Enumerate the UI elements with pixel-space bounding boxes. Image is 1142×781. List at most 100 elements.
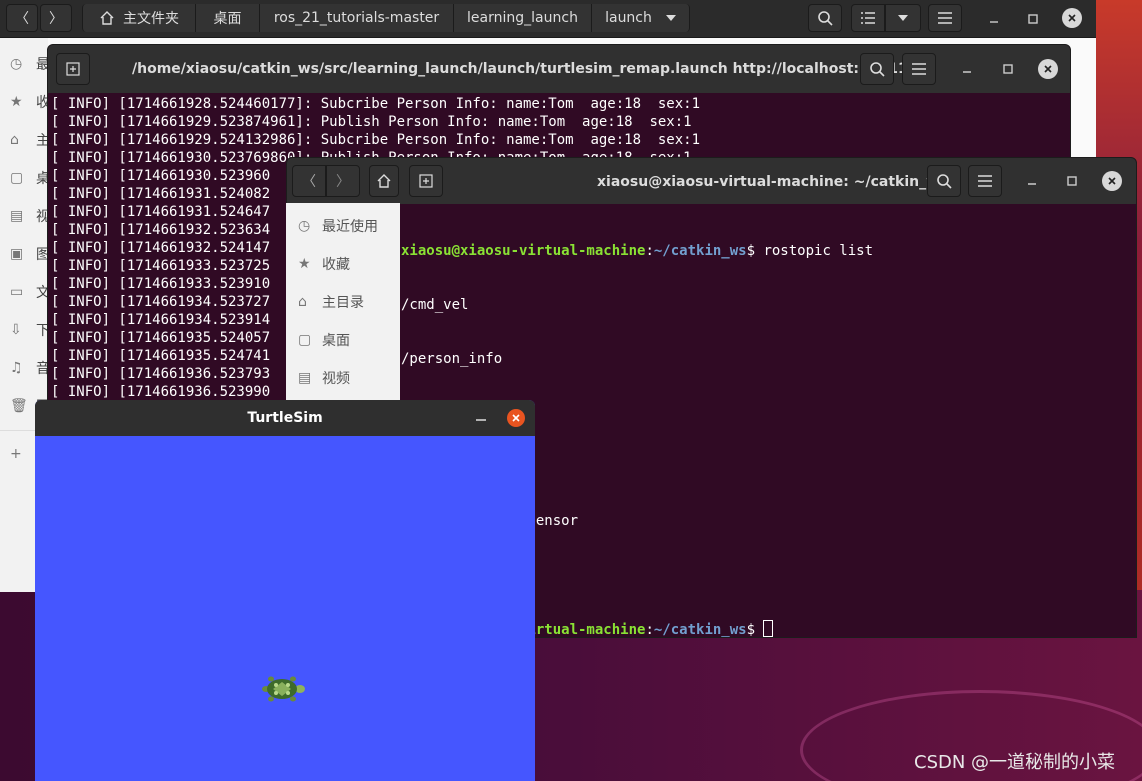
new-tab-icon: [66, 62, 80, 76]
home-icon: [100, 11, 114, 25]
breadcrumb-launch-label: launch: [605, 10, 652, 26]
prompt-colon: :: [645, 243, 654, 259]
sidebar2-item-recent[interactable]: ◷ 最近使用: [298, 207, 378, 245]
breadcrumb-ros-tutorials[interactable]: ros_21_tutorials-master: [260, 4, 454, 32]
search-button[interactable]: [808, 4, 842, 32]
sidebar-item-recent[interactable]: ◷ 最: [10, 46, 50, 82]
menu-button[interactable]: [928, 4, 962, 32]
terminal1-title: /home/xiaosu/catkin_ws/src/learning_laun…: [132, 61, 908, 77]
forward-chevron-icon: 〉: [336, 174, 350, 190]
command-line: xiaosu@xiaosu-virtual-machine:~/catkin_w…: [401, 242, 1136, 260]
terminal2-title: xiaosu@xiaosu-virtual-machine: ~/catkin_…: [597, 174, 948, 190]
turtle-icon: [262, 676, 305, 702]
sidebar-item-desktop[interactable]: ▢ 桌: [10, 160, 50, 196]
turtlesim-close-button[interactable]: [507, 409, 525, 427]
output-line: /person_info: [401, 351, 503, 367]
terminal2-minimize-button[interactable]: [1022, 171, 1042, 191]
list-view-icon: [861, 12, 875, 24]
maximize-button[interactable]: [1023, 9, 1043, 29]
sidebar2-item-label: 收藏: [322, 257, 350, 273]
back-label: 〈: [15, 11, 29, 27]
turtlesim-headerbar: TurtleSim: [35, 400, 535, 436]
turtlesim-minimize-button[interactable]: [475, 408, 487, 430]
sidebar2-item-desktop[interactable]: ▢ 桌面: [298, 321, 350, 359]
breadcrumb-launch[interactable]: launch: [592, 4, 690, 32]
sidebar2-item-videos[interactable]: ▤ 视频: [298, 359, 350, 397]
prompt-suffix: $: [746, 622, 764, 638]
terminal1-headerbar: /home/xiaosu/catkin_ws/src/learning_laun…: [48, 45, 1070, 93]
back-chevron-icon: 〈: [302, 174, 316, 190]
terminal2-close-button[interactable]: [1102, 171, 1122, 191]
star-icon: ★: [298, 256, 311, 272]
trash-icon: 🗑: [10, 398, 28, 414]
star-icon: ★: [10, 94, 23, 110]
sidebar-item-pictures[interactable]: ▣ 图: [10, 236, 50, 272]
minimize-icon: [476, 419, 486, 421]
forward-button[interactable]: 〉: [40, 4, 72, 32]
search-icon: [937, 174, 952, 189]
breadcrumb-home-label: 主文件夹: [123, 11, 179, 27]
film-icon: ▤: [10, 208, 24, 224]
view-options-button[interactable]: [885, 4, 921, 32]
log-line: [ INFO] [1714661928.524460177]: Subcribe…: [51, 96, 701, 112]
back-button[interactable]: 〈: [6, 4, 38, 32]
breadcrumb-desktop-label: 桌面: [213, 11, 242, 27]
sidebar2-item-label: 最近使用: [322, 219, 378, 235]
clock-icon: ◷: [298, 218, 311, 234]
list-view-button[interactable]: [851, 4, 885, 32]
breadcrumb-home[interactable]: 主文件夹: [82, 4, 196, 32]
terminal2-menu-button[interactable]: [968, 165, 1002, 197]
new-tab-button[interactable]: [56, 53, 90, 85]
terminal2-maximize-button[interactable]: [1062, 171, 1082, 191]
sidebar-item-downloads[interactable]: ⇩ 下: [10, 312, 50, 348]
terminal2-new-tab-button[interactable]: [409, 165, 443, 197]
breadcrumb-learning-launch[interactable]: learning_launch: [454, 4, 592, 32]
maximize-icon: [1003, 64, 1013, 74]
download-icon: ⇩: [10, 322, 22, 338]
chevron-down-icon[interactable]: [665, 14, 676, 22]
terminal2-forward-button[interactable]: 〉: [326, 165, 360, 197]
desktop-icon: ▢: [10, 170, 24, 186]
sidebar-item-music[interactable]: ♫ 音: [10, 350, 50, 386]
maximize-icon: [1067, 176, 1077, 186]
terminal1-close-button[interactable]: [1038, 59, 1058, 79]
sidebar2-item-label: 桌面: [322, 333, 350, 349]
close-icon: [1108, 177, 1116, 185]
terminal2-back-button[interactable]: 〈: [292, 165, 326, 197]
log-line: [ INFO] [1714661929.523874961]: Publish …: [51, 114, 692, 130]
close-button[interactable]: [1062, 8, 1082, 28]
forward-label: 〉: [49, 11, 63, 27]
sidebar-item-other-locations[interactable]: +: [10, 436, 28, 472]
close-icon: [512, 414, 520, 422]
terminal2-headerbar: 〈 〉 xiaosu@xiaosu-virtual-machine: ~/cat…: [287, 158, 1136, 204]
sidebar-item-videos[interactable]: ▤ 视: [10, 198, 50, 234]
terminal1-maximize-button[interactable]: [998, 59, 1018, 79]
image-icon: ▣: [10, 246, 24, 262]
terminal1-menu-button[interactable]: [902, 53, 936, 85]
search-icon: [870, 62, 885, 77]
breadcrumb-desktop[interactable]: 桌面: [196, 4, 260, 32]
search-icon: [818, 11, 833, 26]
text-cursor: [763, 620, 774, 637]
sidebar-item-starred[interactable]: ★ 收: [10, 84, 50, 120]
file-manager2-sidebar: ◷ 最近使用 ★ 收藏 ⌂ 主目录 ▢ 桌面 ▤ 视频: [286, 203, 400, 400]
terminal2-search-button[interactable]: [927, 165, 961, 197]
terminal2-home-button[interactable]: [369, 165, 399, 197]
new-tab-icon: [419, 174, 433, 188]
sidebar-item-documents[interactable]: ▭ 文: [10, 274, 50, 310]
document-icon: ▭: [10, 284, 24, 300]
film-icon: ▤: [298, 370, 312, 386]
sidebar2-item-label: 主目录: [322, 295, 364, 311]
prompt-suffix: $: [746, 243, 764, 259]
sidebar2-item-home[interactable]: ⌂ 主目录: [298, 283, 364, 321]
prompt-colon: :: [645, 622, 654, 638]
terminal1-search-button[interactable]: [860, 53, 894, 85]
terminal1-minimize-button[interactable]: [957, 59, 977, 79]
sidebar2-item-starred[interactable]: ★ 收藏: [298, 245, 350, 283]
sidebar-item-home[interactable]: ⌂ 主: [10, 122, 50, 158]
breadcrumb-learning-launch-label: learning_launch: [467, 10, 578, 26]
minimize-button[interactable]: [984, 9, 1004, 29]
turtlesim-window[interactable]: TurtleSim: [35, 400, 535, 781]
close-icon: [1044, 65, 1052, 73]
turtlesim-canvas[interactable]: [35, 436, 535, 781]
